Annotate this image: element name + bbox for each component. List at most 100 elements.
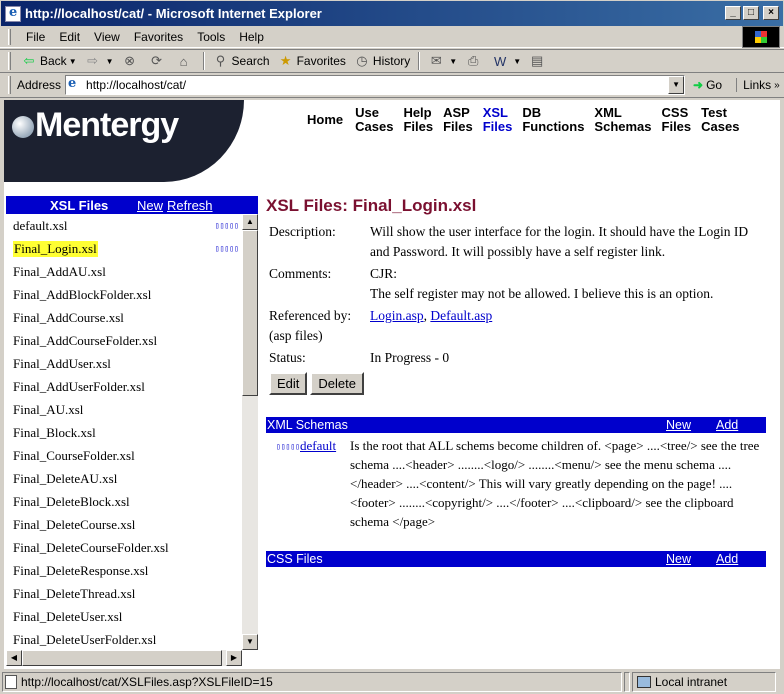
favorites-button[interactable]: ★ Favorites [274,50,350,72]
new-xsl-link[interactable]: New [137,198,163,213]
status-value: In Progress - 0 [370,350,450,365]
list-item[interactable]: Final_DeleteResponse.xsl [6,559,242,582]
list-item[interactable]: Final_AddUser.xsl [6,352,242,375]
back-label: Back [40,54,67,68]
xml-new-link[interactable]: New [666,418,691,432]
scroll-up-icon[interactable]: ▲ [242,214,258,230]
list-item[interactable]: Final_CourseFolder.xsl [6,444,242,467]
menu-favorites[interactable]: Favorites [127,30,190,44]
search-button[interactable]: ⚲ Search [209,50,274,72]
nav-home[interactable]: Home [307,113,343,134]
history-label: History [372,54,411,68]
xml-add-link[interactable]: Add [716,418,738,432]
menu-file[interactable]: File [19,30,52,44]
list-item-selected[interactable]: Final_Login.xsl ▯▯▯▯▯ [6,237,242,260]
list-item[interactable]: Final_AddAU.xsl [6,260,242,283]
edit-dropdown-icon[interactable]: ▼ [513,57,521,66]
menu-edit[interactable]: Edit [52,30,87,44]
delete-button[interactable]: Delete [310,372,364,395]
xsl-files-panel: XSL Files New Refresh default.xsl ▯▯▯▯▯ Fi… [6,196,258,669]
list-item[interactable]: Final_DeleteCourseFolder.xsl [6,536,242,559]
refresh-link[interactable]: Refresh [167,198,213,213]
description-label: Description: [269,224,336,239]
home-button[interactable]: ⌂ [172,50,199,72]
go-button[interactable]: ➜ Go [693,78,722,92]
page-title: XSL Files: Final_Login.xsl [266,196,477,215]
minimize-button[interactable]: _ [725,6,741,20]
login-asp-link[interactable]: Login.asp [370,308,424,323]
menu-tools[interactable]: Tools [190,30,232,44]
scroll-thumb[interactable] [242,230,258,396]
menu-view[interactable]: View [87,30,127,44]
nav-test-cases[interactable]: Test Cases [701,106,739,134]
back-dropdown-icon[interactable]: ▼ [69,57,77,66]
favorites-label: Favorites [296,54,346,68]
comments-row: Comments: CJR: The self register may not… [266,264,766,304]
back-arrow-icon: ⇦ [23,53,35,68]
discuss-button[interactable]: ▤ [525,50,552,72]
list-item[interactable]: Final_DeleteCourse.xsl [6,513,242,536]
back-button[interactable]: ⇦ Back ▼ [17,50,81,72]
list-item[interactable]: Final_DeleteThread.xsl [6,582,242,605]
nav-asp-files[interactable]: ASP Files [443,106,473,134]
horizontal-scrollbar[interactable]: ◀ ▶ [6,650,242,666]
menu-help[interactable]: Help [232,30,271,44]
refresh-button[interactable]: ⟳ [145,50,172,72]
default-asp-link[interactable]: Default.asp [430,308,492,323]
nav-use-cases[interactable]: Use Cases [355,106,393,134]
window-title: http://localhost/cat/ - Microsoft Intern… [25,6,322,21]
links-button[interactable]: Links [736,78,771,92]
scroll-down-icon[interactable]: ▼ [242,634,258,650]
list-item[interactable]: Final_AddBlockFolder.xsl [6,283,242,306]
list-item[interactable]: Final_DeleteUserFolder.xsl [6,628,242,650]
address-dropdown-icon[interactable]: ▼ [668,76,685,94]
maximize-button[interactable]: □ [743,6,759,20]
toolbar-separator [418,52,421,70]
css-add-link[interactable]: Add [716,552,738,566]
nav-help-files[interactable]: Help Files [403,106,433,134]
list-item[interactable]: Final_DeleteUser.xsl [6,605,242,628]
hscroll-thumb[interactable] [22,650,222,666]
forward-dropdown-icon[interactable]: ▼ [106,57,114,66]
nav-xsl-files[interactable]: XSL Files [483,106,513,134]
scroll-left-icon[interactable]: ◀ [6,650,22,666]
address-label: Address [17,78,62,92]
links-chevron-icon[interactable]: » [774,80,780,91]
css-new-link[interactable]: New [666,552,691,566]
edit-button[interactable]: Edit [269,372,308,395]
nav-xml-schemas[interactable]: XML Schemas [594,106,651,134]
mail-dropdown-icon[interactable]: ▼ [449,57,457,66]
stop-icon: ⊗ [124,53,135,68]
list-item[interactable]: Final_AU.xsl [6,398,242,421]
list-item[interactable]: Final_DeleteAU.xsl [6,467,242,490]
list-item[interactable]: Final_AddCourse.xsl [6,306,242,329]
edit-page-button[interactable]: W ▼ [488,50,525,72]
status-cell [624,672,630,692]
forward-button[interactable]: ⇨ ▼ [81,50,118,72]
ie-icon [5,5,21,22]
address-input[interactable]: e http://localhost/cat/ ▼ [65,75,686,95]
schema-default-link[interactable]: default [300,436,350,531]
css-files-title: CSS Files [267,552,323,566]
list-item[interactable]: Final_AddCourseFolder.xsl [6,329,242,352]
stop-button[interactable]: ⊗ [118,50,145,72]
logo-ball-icon [12,116,34,138]
mail-button[interactable]: ✉ ▼ [424,50,461,72]
history-button[interactable]: ◷ History [350,50,414,72]
list-item[interactable]: Final_DeleteBlock.xsl [6,490,242,513]
header-logo-area: Mentergy [4,100,244,182]
referenced-sub-label: (asp files) [269,328,323,343]
scroll-right-icon[interactable]: ▶ [226,650,242,666]
nav-db-functions[interactable]: DB Functions [522,106,584,134]
referenced-row: Referenced by: (asp files) Login.asp, De… [266,306,766,346]
vertical-scrollbar[interactable]: ▲ ▼ [242,214,258,650]
list-item[interactable]: Final_AddUserFolder.xsl [6,375,242,398]
nav-css-files[interactable]: CSS Files [662,106,692,134]
zone-label: Local intranet [655,675,728,689]
standard-toolbar: ⇦ Back ▼ ⇨ ▼ ⊗ ⟳ ⌂ ⚲ Search ★ Favorites … [0,49,784,73]
list-item[interactable]: default.xsl ▯▯▯▯▯ [6,214,242,237]
list-item[interactable]: Final_Block.xsl [6,421,242,444]
detail-pane: XSL Files: Final_Login.xsl Description: … [266,196,766,567]
close-button[interactable]: × [763,6,779,20]
print-button[interactable]: ⎙ [461,50,488,72]
